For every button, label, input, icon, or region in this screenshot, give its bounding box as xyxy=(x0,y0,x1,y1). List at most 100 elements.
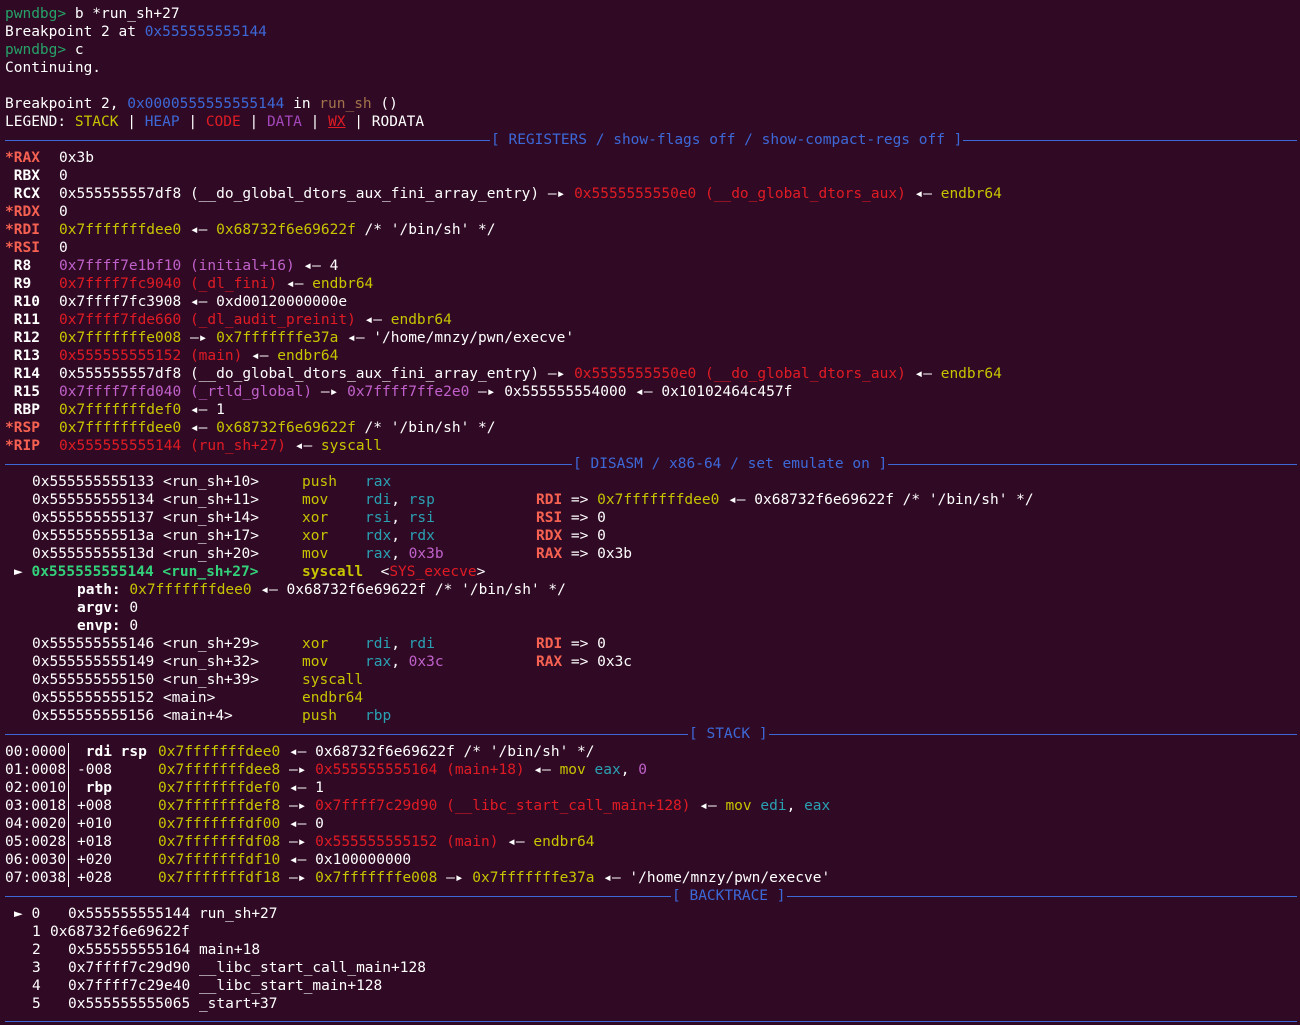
frame-number: 5 xyxy=(32,996,41,1012)
register-name: R11 xyxy=(5,312,40,328)
command-text: b *run_sh+27 xyxy=(74,6,180,22)
register-value: 0x3b xyxy=(59,150,94,166)
emulation-note: RAX => 0x3c xyxy=(536,654,633,670)
stack-value: 0x7fffffffdf10 ◂— 0x100000000 xyxy=(158,852,412,868)
register-row: *RDX xyxy=(5,203,40,221)
mnemonic: mov xyxy=(302,546,329,562)
frame-text: 0x68732f6e69622f xyxy=(50,924,190,940)
register-name: *RIP xyxy=(5,438,40,454)
legend-code: CODE xyxy=(205,114,241,130)
instr-address: 0x555555555137 <run_sh+14> xyxy=(32,510,259,526)
instr-address: 0x555555555146 <run_sh+29> xyxy=(32,636,259,652)
stack-index: 03:0018 xyxy=(5,798,67,814)
register-name: R8 xyxy=(5,258,32,274)
stack-index: 06:0030 xyxy=(5,852,67,868)
legend-rodata: RODATA xyxy=(371,114,425,130)
command-text: c xyxy=(74,42,84,58)
disasm-line: 0x555555555133 <run_sh+10> xyxy=(32,473,259,491)
disasm-section-title: [ DISASM / x86-64 / set emulate on ] xyxy=(572,455,889,473)
disasm-line: 0x555555555146 <run_sh+29> xyxy=(32,635,259,653)
register-name: *RDX xyxy=(5,204,40,220)
legend-label: LEGEND: xyxy=(5,114,75,130)
frame-text: 0x7ffff7c29d90 __libc_start_call_main+12… xyxy=(68,960,426,976)
register-row: R11 xyxy=(5,311,40,329)
instr-address: 0x55555555513d <run_sh+20> xyxy=(32,546,259,562)
emulation-note: RAX => 0x3b xyxy=(536,546,633,562)
stack-index: 00:0000 xyxy=(5,744,67,760)
disasm-op: xor xyxy=(302,527,328,545)
disasm-line: 0x555555555137 <run_sh+14> xyxy=(32,509,259,527)
function-name: run_sh xyxy=(319,96,372,112)
emulation-note: RDI => 0x7fffffffdee0 ◂— 0x68732f6e69622… xyxy=(536,492,1034,508)
backtrace-section-divider: [ BACKTRACE ] xyxy=(5,887,1297,905)
frame-text: 0x555555555065 _start+37 xyxy=(68,996,278,1012)
register-value: 0x7fffffffdef0 ◂— 1 xyxy=(59,402,225,418)
frame-number: ► 0 xyxy=(14,906,41,922)
bottom-divider xyxy=(5,1021,1297,1022)
disasm-line: 0x55555555513a <run_sh+17> xyxy=(32,527,259,545)
prompt: pwndbg> xyxy=(5,42,67,58)
frame-number: 4 xyxy=(32,978,41,994)
mnemonic: xor xyxy=(302,510,329,526)
syscall-arg-envp: envp: 0 xyxy=(77,618,139,634)
disasm-op: syscall xyxy=(302,671,363,689)
legend-stack: STACK xyxy=(74,114,119,130)
register-value: 0x7ffff7fc3908 ◂— 0xd00120000000e xyxy=(59,294,348,310)
disasm-operands: rdi, rdi xyxy=(365,636,435,652)
disasm-operands: rax, 0x3c xyxy=(365,654,444,670)
legend-separator: | xyxy=(118,114,145,130)
stack-offset: +028 xyxy=(77,870,112,886)
frame-text: 0x555555555164 main+18 xyxy=(68,942,261,958)
disasm-line: 0x555555555149 <run_sh+32> xyxy=(32,653,259,671)
instr-address: 0x555555555150 <run_sh+39> xyxy=(32,672,259,688)
mnemonic: xor xyxy=(302,636,329,652)
register-value: 0x7ffff7fde660 (_dl_audit_preinit) ◂— en… xyxy=(59,312,452,328)
breakpoint-address: 0x555555555144 xyxy=(144,24,267,40)
disasm-op: mov xyxy=(302,545,328,563)
operands: rax xyxy=(365,474,392,490)
stack-value: 0x7fffffffdef8 —▸ 0x7ffff7c29d90 (__libc… xyxy=(158,798,831,814)
disasm-line: 0x555555555156 <main+4> xyxy=(32,707,233,725)
syscall-arg-path: path: 0x7fffffffdee0 ◂— 0x68732f6e69622f… xyxy=(77,582,566,598)
instr-address: 0x555555555133 <run_sh+10> xyxy=(32,474,259,490)
register-name: *RDI xyxy=(5,222,40,238)
register-value: 0x7ffff7e1bf10 (initial+16) ◂— 4 xyxy=(59,258,339,274)
registers-section-divider: [ REGISTERS / show-flags off / show-comp… xyxy=(5,131,1297,149)
register-value: 0x7fffffffdee0 ◂— 0x68732f6e69622f /* '/… xyxy=(59,222,496,238)
register-row: R15 xyxy=(5,383,40,401)
terminal-window[interactable]: pwndbg> b *run_sh+27 Breakpoint 2 at 0x5… xyxy=(0,0,1300,1025)
emulation-note: RDI => 0 xyxy=(536,636,606,652)
message-text: Breakpoint 2, xyxy=(5,96,128,112)
register-value: 0x555555557df8 (__do_global_dtors_aux_fi… xyxy=(59,366,1002,382)
frame-number: 1 xyxy=(32,924,41,940)
instr-address: 0x555555555149 <run_sh+32> xyxy=(32,654,259,670)
message-text: in xyxy=(284,96,320,112)
register-row: *RIP xyxy=(5,437,40,455)
stack-offset: rdi rsp xyxy=(77,744,147,760)
register-value: 0x7fffffffe008 —▸ 0x7fffffffe37a ◂— '/ho… xyxy=(59,330,575,346)
register-row: *RSP xyxy=(5,419,40,437)
breakpoint-hit-message: Breakpoint 2, 0x0000555555555144 in run_… xyxy=(5,95,398,113)
operands: rbp xyxy=(365,708,392,724)
backtrace-section-title: [ BACKTRACE ] xyxy=(671,887,787,905)
register-name: RCX xyxy=(5,186,40,202)
disasm-operands: rdi, rsp xyxy=(365,492,435,508)
instr-address: 0x55555555513a <run_sh+17> xyxy=(32,528,259,544)
legend-separator: | xyxy=(240,114,267,130)
disasm-line: 0x55555555513d <run_sh+20> xyxy=(32,545,259,563)
register-row: *RSI xyxy=(5,239,40,257)
stack-section-divider: [ STACK ] xyxy=(5,725,1297,743)
register-row: R12 xyxy=(5,329,40,347)
register-value: 0 xyxy=(59,204,68,220)
frame-text: 0x555555555144 run_sh+27 xyxy=(68,906,278,922)
disasm-op: xor xyxy=(302,509,328,527)
disasm-op: endbr64 xyxy=(302,689,363,707)
stack-value: 0x7fffffffdef0 ◂— 1 xyxy=(158,780,324,796)
breakpoint-set-message: Breakpoint 2 at 0x555555555144 xyxy=(5,23,267,41)
disasm-op: syscall <SYS_execve> xyxy=(302,564,486,580)
frame-text: 0x7ffff7c29e40 __libc_start_main+128 xyxy=(68,978,383,994)
mnemonic: syscall xyxy=(302,672,364,688)
register-name: RBP xyxy=(5,402,40,418)
registers-section-title: [ REGISTERS / show-flags off / show-comp… xyxy=(490,131,964,149)
register-row: RBX xyxy=(5,167,40,185)
